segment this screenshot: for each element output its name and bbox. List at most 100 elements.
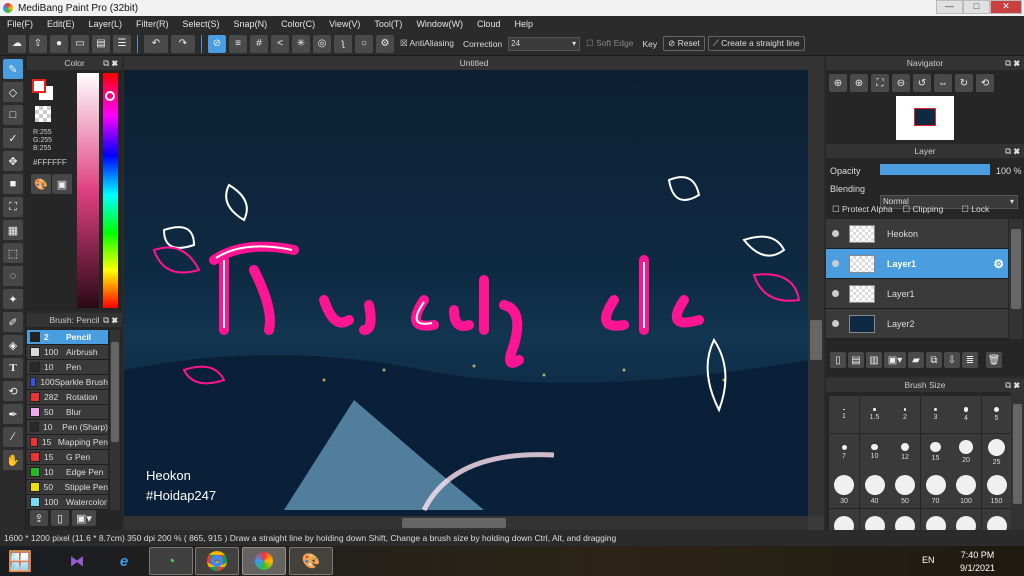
rotate-left-icon[interactable]: ↺ [913, 74, 931, 92]
bucket-tool-icon[interactable]: ⛶ [3, 197, 23, 217]
menu-file[interactable]: File(F) [0, 19, 40, 29]
protect-alpha-checkbox[interactable]: ☐ Protect Alpha [832, 204, 893, 215]
brush-size-cell[interactable]: 1 [829, 396, 859, 433]
snap-settings-gear-icon[interactable]: ⚙ [376, 34, 394, 53]
brush-size-cell[interactable]: 100 [951, 471, 981, 508]
undo-button[interactable]: ↶ [144, 34, 168, 53]
magic-wand-tool-icon[interactable]: ✦ [3, 289, 23, 309]
brush-size-cell[interactable]: 70 [920, 471, 951, 508]
maximize-button[interactable]: □ [963, 0, 990, 14]
lock-checkbox[interactable]: ☐ Lock [961, 204, 989, 215]
menu-edit[interactable]: Edit(E) [40, 19, 82, 29]
share-icon[interactable]: ⇧ [29, 34, 47, 53]
brush-item[interactable]: 10 Pen (Sharp) [27, 420, 108, 435]
cloud-brush-icon[interactable]: ⇪ [30, 510, 48, 526]
document-tab[interactable]: Untitled [124, 56, 824, 70]
zoom-in-icon[interactable]: ⊕ [829, 74, 847, 92]
document-icon[interactable]: ▤ [92, 34, 110, 53]
close-icon[interactable]: ⧉ ✖ [1005, 378, 1020, 392]
duplicate-layer-icon[interactable]: ⧉ [926, 352, 942, 368]
message-icon[interactable]: ▭ [71, 34, 89, 53]
text-tool-icon[interactable]: T [3, 358, 23, 378]
brush-list-scrollbar[interactable] [110, 330, 120, 510]
brush-size-cell[interactable]: 10 [859, 433, 890, 471]
concentric-snap-icon[interactable]: ◎ [313, 34, 331, 53]
brush-size-cell[interactable]: 50 [890, 471, 920, 508]
layer-row[interactable]: Layer2 [826, 309, 1008, 339]
paint-icon[interactable]: 🎨 [289, 547, 333, 575]
color-settings-icon[interactable]: ▣ [52, 174, 72, 194]
navigator-preview[interactable] [896, 96, 954, 140]
menu-color[interactable]: Color(C) [274, 19, 322, 29]
perspective-snap-icon[interactable]: < [271, 34, 289, 53]
gradient-tool-icon[interactable]: ▦ [3, 220, 23, 240]
close-icon[interactable]: ⧉ ✖ [1005, 56, 1020, 70]
menu-window[interactable]: Window(W) [409, 19, 470, 29]
brush-item[interactable]: 10 Edge Pen [27, 465, 108, 480]
curve-snap-icon[interactable]: ʅ [334, 34, 352, 53]
clock[interactable]: 7:40 PM 9/1/2021 [960, 549, 995, 575]
brush-size-cell[interactable]: 7 [829, 433, 859, 471]
zoom-out-icon[interactable]: ⊖ [892, 74, 910, 92]
layer-scrollbar[interactable] [1009, 219, 1023, 339]
menu-select[interactable]: Select(S) [176, 19, 227, 29]
menu-tool[interactable]: Tool(T) [367, 19, 409, 29]
brush-item[interactable]: 282 Rotation [27, 390, 108, 405]
visibility-eye-icon[interactable] [832, 230, 839, 237]
move-tool-icon[interactable]: ✥ [3, 151, 23, 171]
horizontal-scrollbar[interactable] [124, 516, 808, 530]
comment-icon[interactable]: ● [50, 34, 68, 53]
settings-list-icon[interactable]: ☰ [113, 34, 131, 53]
brush-size-cell[interactable]: 3 [920, 396, 951, 433]
select-eraser-tool-icon[interactable]: ◈ [3, 335, 23, 355]
merge-down-icon[interactable]: ⇩ [944, 352, 960, 368]
brush-size-scrollbar[interactable] [1011, 392, 1024, 530]
language-indicator[interactable]: EN [922, 555, 935, 565]
clipping-checkbox[interactable]: ☐ Clipping [903, 204, 944, 215]
dot-tool-icon[interactable]: ✓ [3, 128, 23, 148]
hand-tool-icon[interactable]: ✋ [3, 450, 23, 470]
snap-off-icon[interactable]: ⊘ [208, 34, 226, 53]
brush-item[interactable]: 50 Stipple Pen [27, 480, 108, 495]
grid-snap-icon[interactable]: # [250, 34, 268, 53]
brush-size-cell[interactable]: 5 [981, 396, 1012, 433]
fit-icon[interactable]: ⛶ [871, 74, 889, 92]
visibility-eye-icon[interactable] [832, 260, 839, 267]
foreground-color-swatch[interactable] [32, 79, 46, 93]
select-pen-tool-icon[interactable]: ✐ [3, 312, 23, 332]
brush-item[interactable]: 100 Watercolor [27, 495, 108, 510]
hue-handle[interactable] [105, 91, 115, 101]
new-halftone-layer-icon[interactable]: ▥ [866, 352, 882, 368]
brush-item[interactable]: 50 Blur [27, 405, 108, 420]
menu-view[interactable]: View(V) [322, 19, 367, 29]
brush-size-cell[interactable]: 30 [829, 471, 859, 508]
menu-help[interactable]: Help [507, 19, 540, 29]
opacity-slider[interactable] [880, 164, 990, 175]
fill-rect-tool-icon[interactable]: ■ [3, 174, 23, 194]
folder-icon[interactable]: ▰ [908, 352, 924, 368]
brush-size-cell[interactable]: 1.5 [859, 396, 890, 433]
brush-menu-icon[interactable]: ▣▾ [72, 510, 96, 526]
start-button[interactable]: 🪟 [2, 547, 38, 575]
visibility-eye-icon[interactable] [832, 290, 839, 297]
layer-row[interactable]: Layer1 [826, 279, 1008, 309]
shape-tool-icon[interactable]: □ [3, 105, 23, 125]
hue-slider[interactable] [103, 73, 118, 308]
zoom-in-2-icon[interactable]: ⊕ [850, 74, 868, 92]
reset-view-icon[interactable]: ⟲ [976, 74, 994, 92]
transparent-color-swatch[interactable] [35, 106, 51, 122]
menu-snap[interactable]: Snap(N) [227, 19, 275, 29]
saturation-value-picker[interactable] [77, 73, 99, 308]
rotate-right-icon[interactable]: ↻ [955, 74, 973, 92]
brush-item[interactable]: 100 Airbrush [27, 345, 108, 360]
chrome-icon[interactable] [195, 547, 239, 575]
menu-cloud[interactable]: Cloud [470, 19, 508, 29]
close-button[interactable]: ✕ [990, 0, 1022, 14]
visibility-eye-icon[interactable] [832, 320, 839, 327]
circle-snap-icon[interactable]: ○ [355, 34, 373, 53]
new-brush-icon[interactable]: ▯ [51, 510, 69, 526]
brush-size-cell[interactable]: 12 [890, 433, 920, 471]
minimize-button[interactable]: — [936, 0, 963, 14]
eyedropper-tool-icon[interactable]: ⁄ [3, 427, 23, 447]
brush-item[interactable]: 15 Mapping Pen [27, 435, 108, 450]
